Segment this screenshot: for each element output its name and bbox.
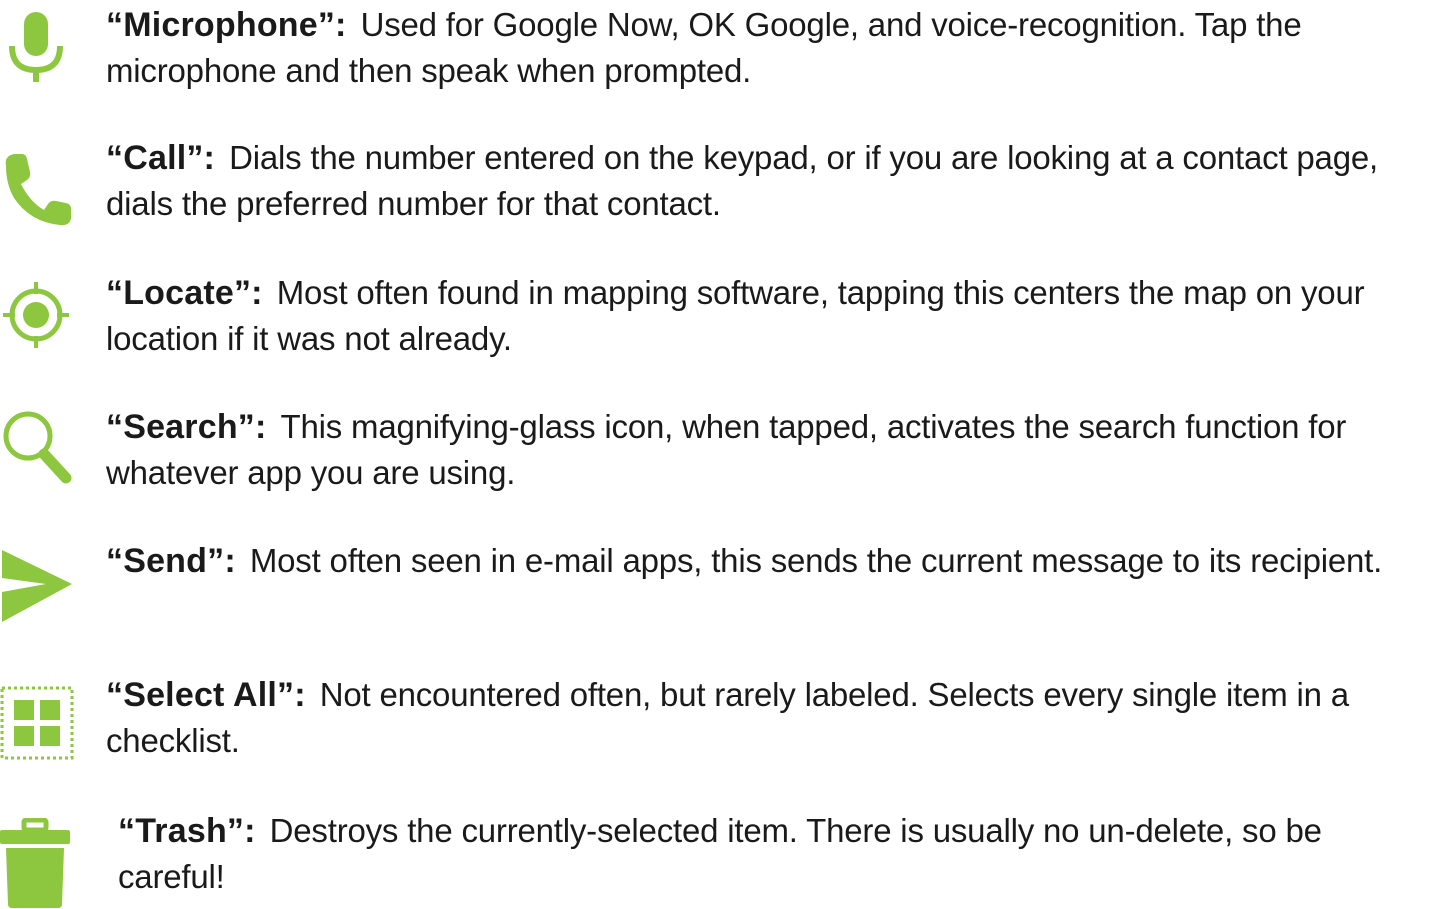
phone-icon bbox=[0, 150, 74, 230]
trash-icon bbox=[0, 818, 74, 909]
term-label: “Microphone”: bbox=[106, 6, 347, 44]
term-description: Destroys the currently-selected item. Th… bbox=[118, 812, 1322, 895]
microphone-icon bbox=[0, 8, 74, 88]
select-all-icon bbox=[0, 684, 74, 764]
send-icon bbox=[0, 546, 74, 626]
term-label: “Send”: bbox=[106, 542, 236, 580]
term-description: Most often found in mapping software, ta… bbox=[106, 274, 1365, 357]
search-icon bbox=[0, 404, 74, 484]
term-description: Dials the number entered on the keypad, … bbox=[106, 139, 1378, 222]
term-description: Most often seen in e-mail apps, this sen… bbox=[249, 542, 1383, 579]
locate-icon bbox=[0, 276, 74, 356]
term-label: “Select All”: bbox=[106, 676, 306, 714]
term-description: This magnifying-glass icon, when tapped,… bbox=[106, 408, 1347, 491]
term-label: “Call”: bbox=[106, 139, 216, 177]
term-label: “Trash”: bbox=[118, 812, 256, 850]
term-label: “Locate”: bbox=[106, 274, 263, 312]
term-label: “Search”: bbox=[106, 408, 267, 446]
